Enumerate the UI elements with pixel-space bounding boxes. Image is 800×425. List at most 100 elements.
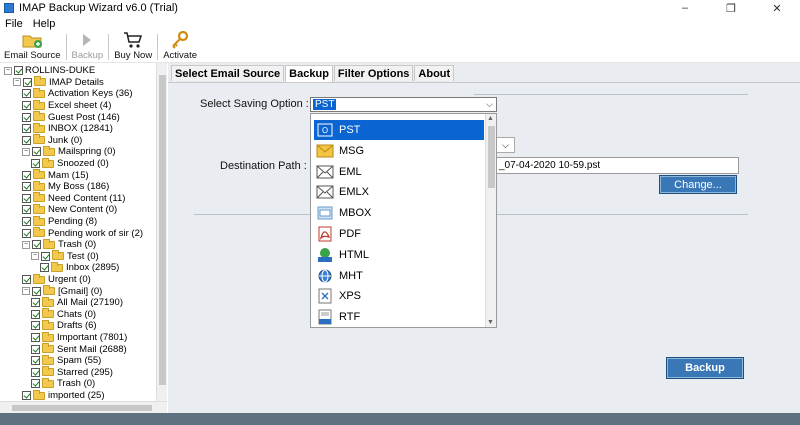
tree-item[interactable]: Junk (0) (22, 134, 82, 147)
tab-about[interactable]: About (414, 65, 455, 81)
collapse-icon[interactable]: − (22, 287, 30, 296)
tree-checkbox[interactable] (14, 66, 23, 76)
format-option-msg[interactable]: MSG (314, 141, 484, 161)
language-select[interactable]: ⌵ (496, 137, 515, 153)
format-option-mht[interactable]: MHT (314, 266, 484, 286)
format-option-html[interactable]: HTML (314, 245, 484, 265)
tree-item[interactable]: Spam (55) (31, 354, 101, 367)
tree-item[interactable]: Excel sheet (4) (22, 99, 111, 112)
activate-button[interactable]: Activate (159, 31, 201, 62)
tree-checkbox[interactable] (31, 298, 40, 308)
format-option-xps[interactable]: XPS (314, 286, 484, 306)
saving-format-list[interactable]: ▲ ▼ O PST MSG EML EMLX MBOX PDF HTML MHT XPS RTF (310, 113, 497, 328)
tree-item[interactable]: Activation Keys (36) (22, 87, 132, 100)
tree-checkbox[interactable] (22, 275, 31, 285)
tree-item[interactable]: All Mail (27190) (31, 296, 123, 309)
tree-item[interactable]: − Mailspring (0) (22, 145, 116, 158)
tree-checkbox[interactable] (22, 101, 31, 111)
tree-checkbox[interactable] (23, 77, 32, 87)
tree-item[interactable]: Pending work of sir (2) (22, 227, 143, 239)
tree-checkbox[interactable] (31, 367, 40, 377)
tree-item[interactable]: Chats (0) (31, 308, 96, 321)
tree-item[interactable]: New Content (0) (22, 203, 117, 216)
tree-checkbox[interactable] (31, 321, 40, 331)
tree-item[interactable]: Need Content (11) (22, 192, 125, 205)
email-source-button[interactable]: Email Source (0, 31, 65, 62)
format-option-pst[interactable]: O PST (314, 120, 484, 140)
tree-horizontal-scrollbar[interactable] (0, 401, 167, 413)
collapse-icon[interactable]: − (4, 66, 12, 75)
tree-checkbox[interactable] (22, 217, 31, 227)
format-option-rtf[interactable]: RTF (314, 307, 484, 327)
collapse-icon[interactable]: − (22, 147, 30, 156)
tree-checkbox[interactable] (22, 170, 31, 180)
folder-tree[interactable]: − ROLLINS-DUKE − IMAP Details Activation Key… (0, 63, 167, 401)
tree-item[interactable]: INBOX (12841) (22, 122, 113, 135)
tree-item[interactable]: imported (25) (22, 389, 105, 401)
tree-checkbox[interactable] (32, 240, 41, 250)
tree-item[interactable]: − IMAP Details (13, 76, 104, 89)
tree-checkbox[interactable] (22, 182, 31, 192)
menu-file[interactable]: File (0, 18, 28, 30)
collapse-icon[interactable]: − (13, 78, 21, 87)
tree-item[interactable]: Important (7801) (31, 331, 127, 344)
tree-checkbox[interactable] (31, 356, 40, 366)
minimize-button[interactable]: – (662, 0, 708, 16)
tab-filter-options[interactable]: Filter Options (333, 65, 414, 81)
change-button[interactable]: Change... (659, 175, 737, 194)
tree-checkbox[interactable] (40, 263, 49, 273)
destination-path-input[interactable]: _07-04-2020 10-59.pst (496, 157, 739, 174)
tree-checkbox[interactable] (31, 379, 40, 389)
scroll-down-icon[interactable]: ▼ (487, 319, 494, 326)
format-option-emlx[interactable]: EMLX (314, 182, 484, 202)
tree-item[interactable]: − Test (0) (31, 250, 99, 263)
tree-item[interactable]: Drafts (6) (31, 319, 97, 332)
tree-item[interactable]: Inbox (2895) (40, 261, 119, 274)
tree-checkbox[interactable] (22, 124, 31, 134)
tree-item[interactable]: Sent Mail (2688) (31, 343, 127, 355)
tab-backup[interactable]: Backup (285, 65, 333, 82)
collapse-icon[interactable]: − (22, 240, 30, 249)
dropdown-scrollbar[interactable]: ▲ ▼ (485, 114, 496, 327)
collapse-icon[interactable]: − (31, 252, 39, 261)
tree-item[interactable]: Trash (0) (31, 377, 95, 390)
format-option-pdf[interactable]: PDF (314, 224, 484, 244)
buy-now-button[interactable]: Buy Now (110, 31, 156, 62)
tree-item[interactable]: My Boss (186) (22, 180, 109, 193)
close-button[interactable]: ✕ (754, 0, 800, 16)
tree-item[interactable]: Guest Post (146) (22, 111, 120, 123)
tree-checkbox[interactable] (22, 205, 31, 215)
tree-item[interactable]: − ROLLINS-DUKE (4, 65, 95, 77)
tree-item[interactable]: Pending (8) (22, 215, 97, 228)
tree-item[interactable]: − Trash (0) (22, 238, 96, 251)
tree-checkbox[interactable] (22, 193, 31, 203)
tree-item[interactable]: Starred (295) (31, 366, 113, 379)
scroll-up-icon[interactable]: ▲ (487, 115, 494, 122)
tree-item[interactable]: Mam (15) (22, 169, 89, 181)
tree-vertical-scrollbar[interactable] (156, 63, 167, 401)
tree-checkbox[interactable] (31, 159, 40, 169)
tree-item[interactable]: Snoozed (0) (31, 157, 109, 170)
tree-checkbox[interactable] (31, 309, 40, 319)
tree-checkbox[interactable] (22, 391, 31, 401)
maximize-button[interactable]: ❐ (708, 0, 754, 16)
format-option-mbox[interactable]: MBOX (314, 203, 484, 223)
scrollbar-thumb[interactable] (159, 75, 166, 385)
backup-button[interactable]: Backup (666, 357, 744, 379)
tree-checkbox[interactable] (31, 344, 40, 354)
format-option-eml[interactable]: EML (314, 162, 484, 182)
tree-checkbox[interactable] (32, 147, 41, 157)
scrollbar-thumb[interactable] (12, 405, 152, 411)
tab-select-email-source[interactable]: Select Email Source (171, 65, 285, 81)
saving-option-select[interactable]: PST ⌵ (310, 97, 497, 112)
tree-checkbox[interactable] (22, 112, 31, 122)
tree-checkbox[interactable] (22, 89, 31, 99)
tree-checkbox[interactable] (41, 251, 50, 261)
tree-item[interactable]: − [Gmail] (0) (22, 285, 102, 297)
scrollbar-thumb[interactable] (488, 126, 495, 188)
backup-toolbar-button[interactable]: Backup (68, 31, 108, 62)
tree-item[interactable]: Urgent (0) (22, 273, 91, 286)
tree-checkbox[interactable] (32, 286, 41, 296)
tree-checkbox[interactable] (22, 135, 31, 145)
tree-checkbox[interactable] (31, 333, 40, 343)
